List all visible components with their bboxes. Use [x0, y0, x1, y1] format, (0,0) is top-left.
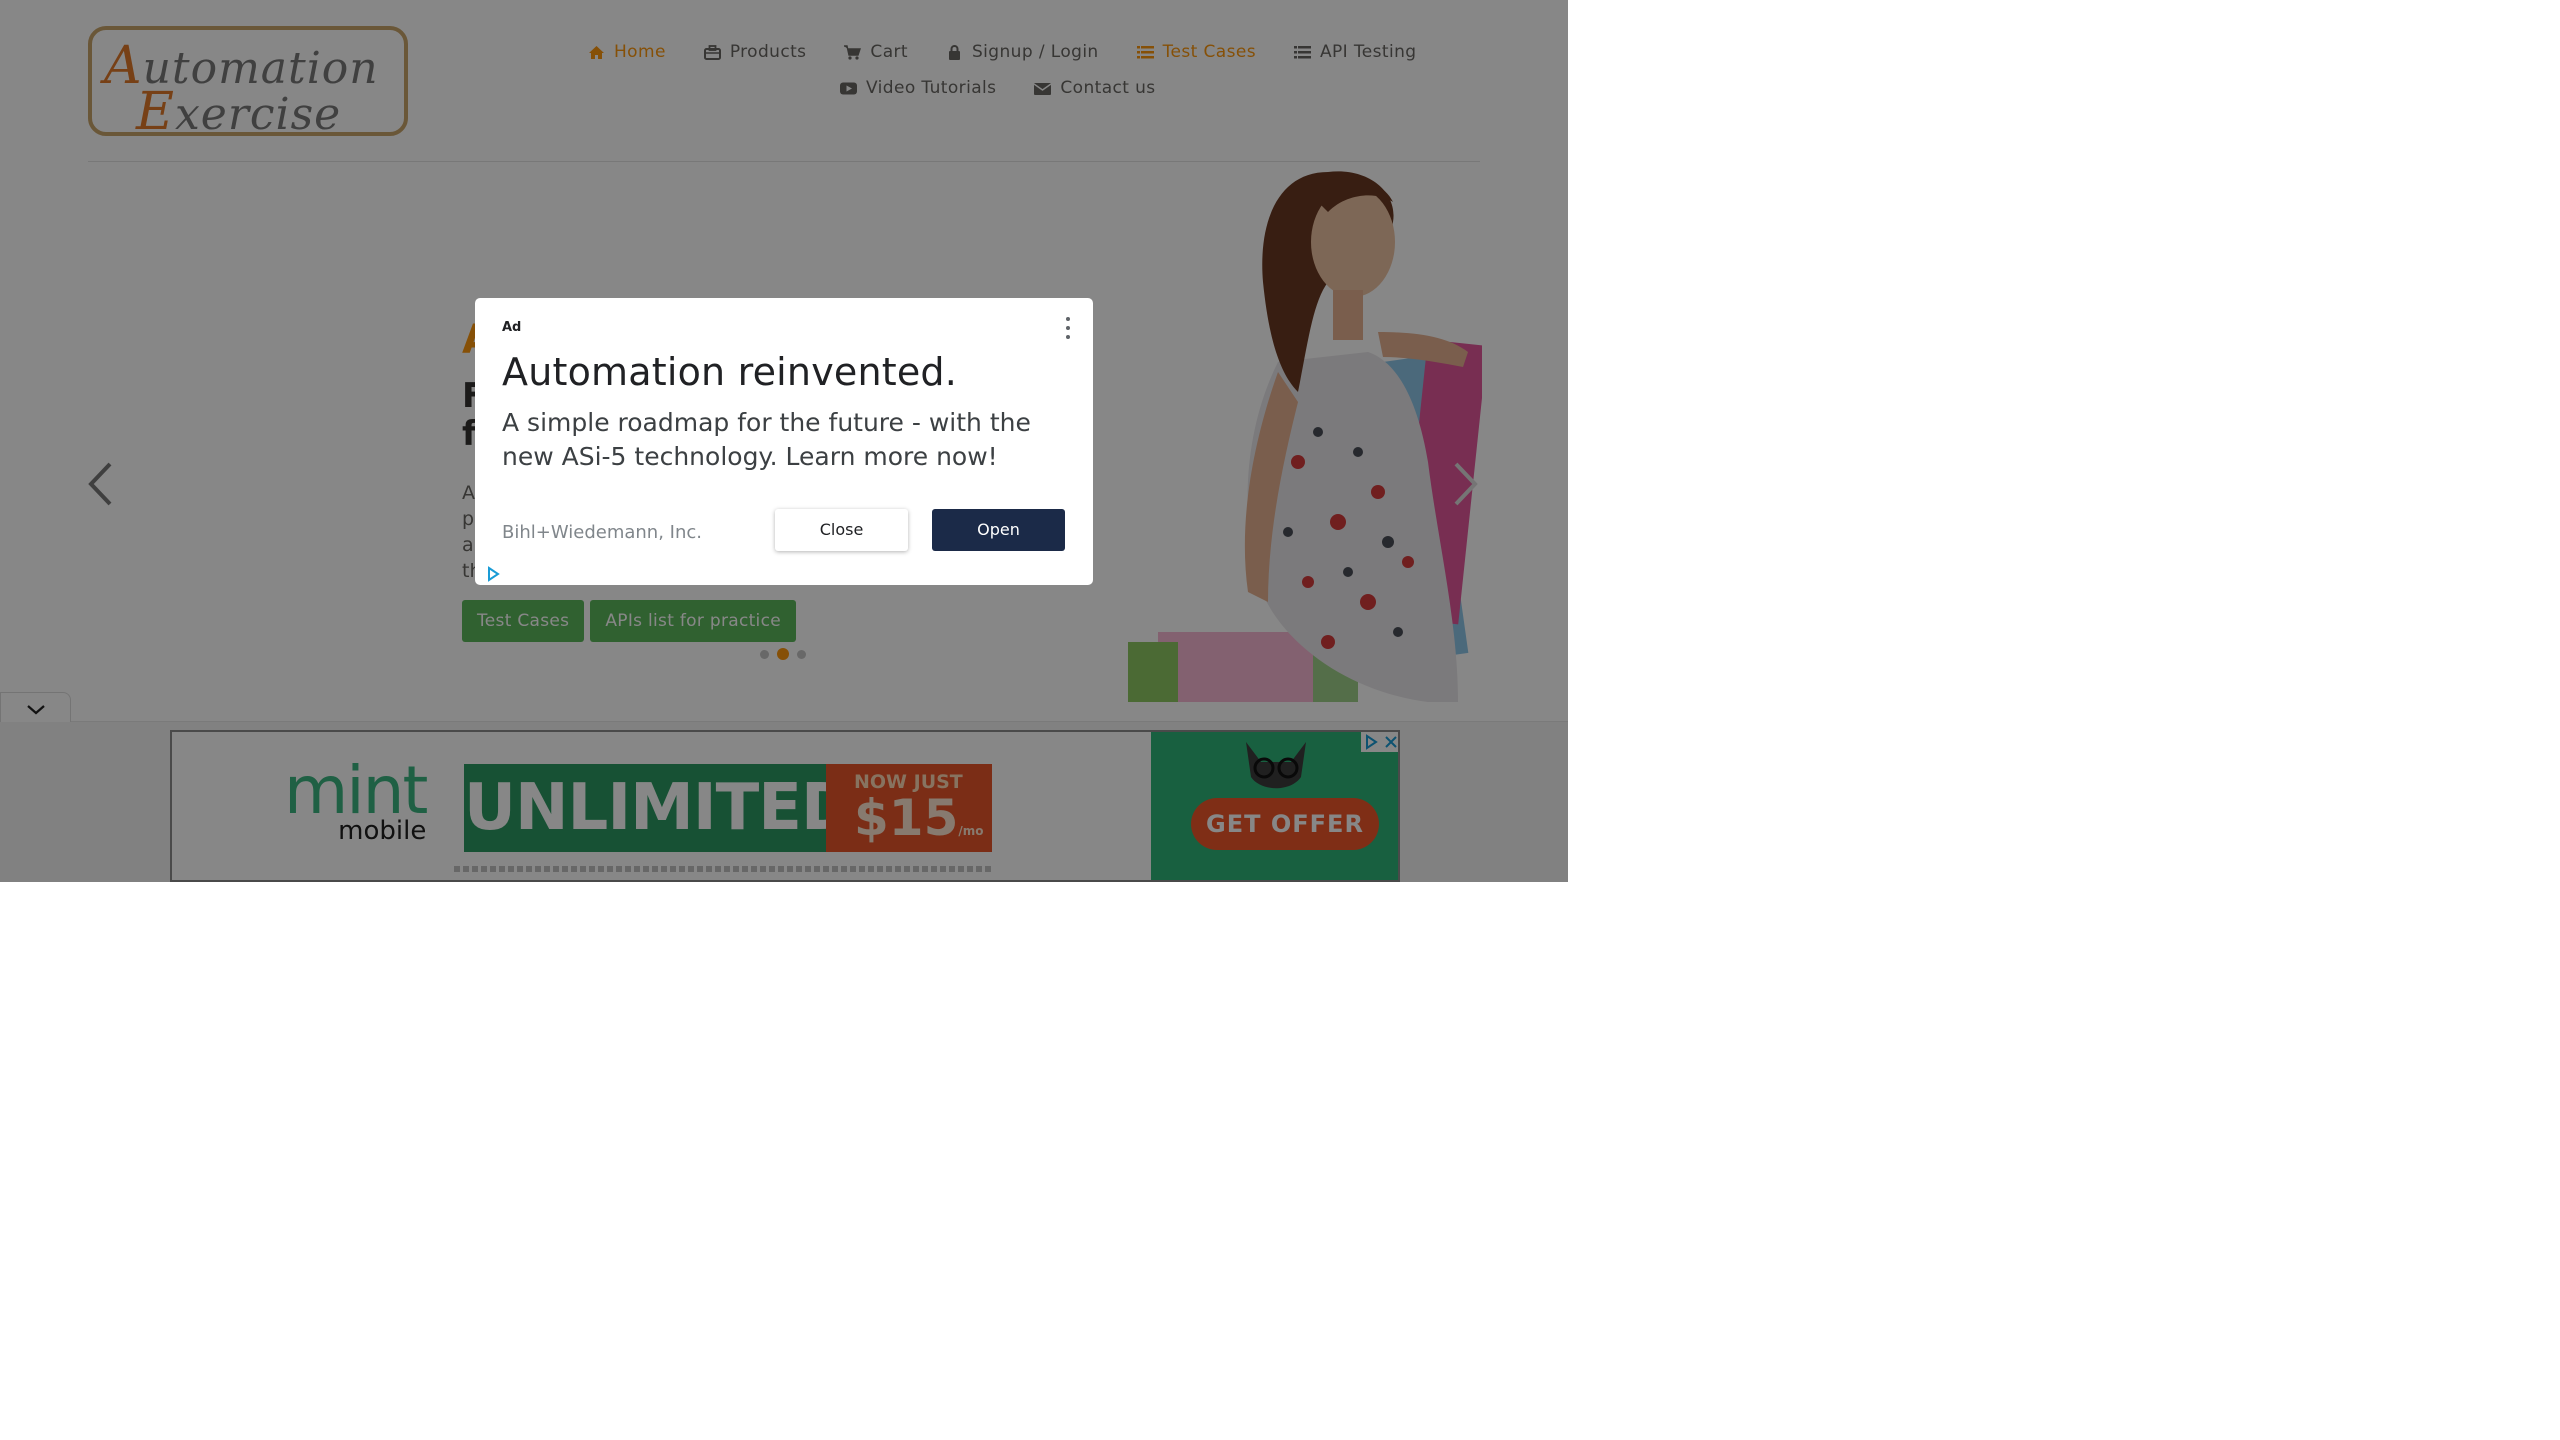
ad-close-button[interactable]: Close [775, 509, 908, 551]
ad-label: Ad [502, 320, 522, 335]
ad-advertiser: Bihl+Wiedemann, Inc. [502, 522, 702, 543]
ad-open-button[interactable]: Open [932, 509, 1065, 551]
ad-body: A simple roadmap for the future - with t… [502, 408, 1031, 471]
interstitial-ad-modal: Ad Automation reinvented. A simple roadm… [475, 298, 1093, 585]
adchoices-icon[interactable] [485, 566, 501, 582]
ad-headline: Automation reinvented. [502, 350, 958, 394]
more-options-icon[interactable] [1063, 317, 1073, 339]
